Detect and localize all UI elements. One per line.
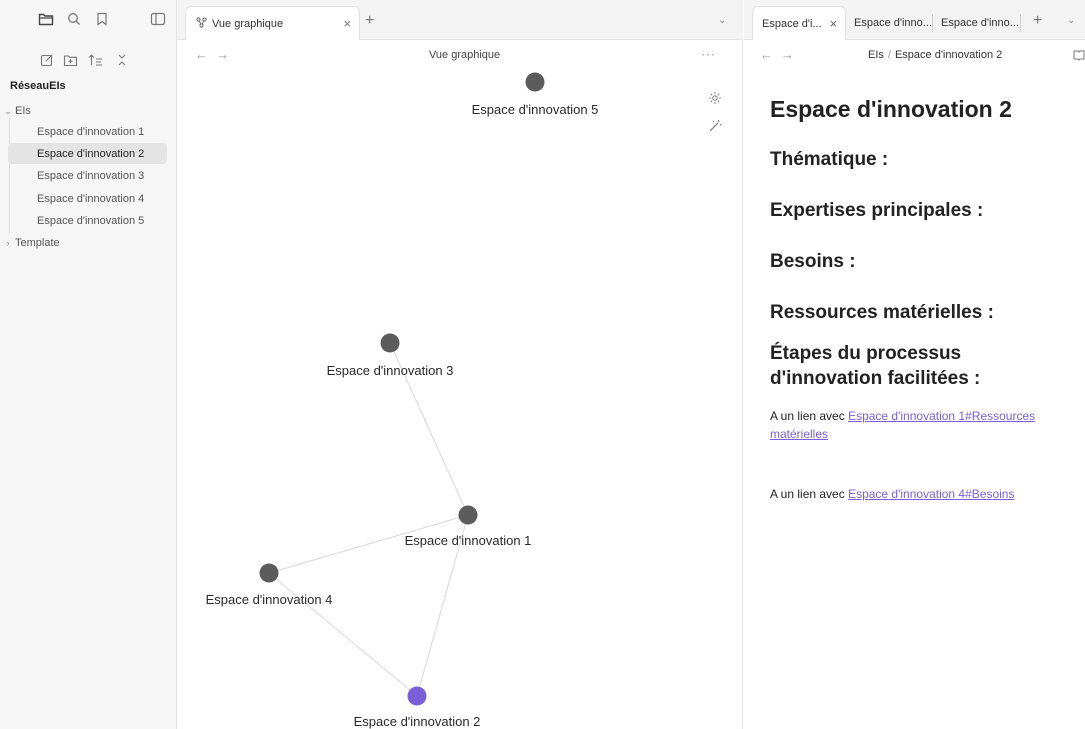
new-note-icon[interactable] [39, 52, 55, 68]
file-espace-innovation-4[interactable]: Espace d'innovation 4 [8, 188, 167, 209]
heading-thematique: Thématique : [770, 149, 889, 170]
file-espace-innovation-1[interactable]: Espace d'innovation 1 [8, 121, 167, 142]
tab-label: Vue graphique [212, 17, 284, 30]
graph-node-label: Espace d'innovation 2 [354, 714, 481, 729]
file-espace-innovation-5[interactable]: Espace d'innovation 5 [8, 210, 167, 231]
graph-node-espace-d-innovation-1[interactable] [458, 505, 478, 525]
graph-node-label: Espace d'innovation 5 [472, 102, 599, 117]
note-pane: Espace d'i... × Espace d'inno... Espace … [744, 0, 1085, 729]
breadcrumb: EIs / Espace d'innovation 2 [868, 49, 1002, 61]
search-icon[interactable] [66, 11, 82, 27]
breadcrumb-folder[interactable]: EIs [868, 49, 884, 61]
book-icon[interactable] [1073, 48, 1085, 66]
sort-icon[interactable] [87, 52, 103, 68]
graph-node-espace-d-innovation-2[interactable] [407, 686, 427, 706]
breadcrumb-separator: / [887, 49, 891, 61]
file-explorer-actions [0, 50, 177, 70]
paragraph-text: A un lien avec [770, 409, 849, 423]
folder-label: Template [15, 237, 60, 249]
vault-name[interactable]: RéseauEIs [10, 80, 66, 92]
graph-canvas[interactable]: Espace d'innovation 5 Espace d'innovation… [177, 70, 743, 729]
file-explorer-sidebar: RéseauEIs ⌄ EIs Espace d'innovation 1 Es… [0, 0, 177, 729]
sidebar-ribbon [0, 0, 177, 38]
heading-besoins: Besoins : [770, 251, 856, 272]
folder-icon[interactable] [38, 11, 54, 27]
new-folder-icon[interactable] [62, 52, 78, 68]
tab-espace-innovation[interactable]: Espace d'inno... [845, 6, 932, 40]
close-icon[interactable]: × [830, 16, 838, 31]
breadcrumb-note[interactable]: Espace d'innovation 2 [895, 49, 1002, 61]
view-title: Vue graphique [429, 49, 501, 61]
tab-divider [1020, 14, 1021, 32]
graph-view-pane: Vue graphique × + ⌄ ← → Vue graphique ··… [177, 0, 743, 729]
graph-node-espace-d-innovation-5[interactable] [525, 72, 545, 92]
forward-button[interactable]: → [781, 47, 794, 62]
heading-ressources: Ressources matérielles : [770, 302, 994, 323]
tab-espace-innovation-2[interactable]: Espace d'i... × [752, 6, 846, 40]
graph-node-espace-d-innovation-4[interactable] [259, 563, 279, 583]
new-tab-button[interactable]: + [365, 12, 374, 30]
forward-button[interactable]: → [216, 47, 229, 62]
note-content: Espace d'innovation 2 Thématique : Exper… [770, 96, 1085, 503]
graph-node-label: Espace d'innovation 4 [206, 592, 333, 607]
internal-link-besoins[interactable]: Espace d'innovation 4#Besoins [848, 487, 1014, 501]
chevron-right-icon: › [6, 238, 10, 248]
link-paragraph: A un lien avec Espace d'innovation 1#Res… [770, 407, 1070, 443]
tab-graph-view[interactable]: Vue graphique × [185, 6, 360, 40]
folder-template[interactable]: › Template [0, 233, 177, 253]
folder-eis[interactable]: ⌄ EIs [0, 101, 177, 121]
graph-edges [268, 342, 469, 697]
file-espace-innovation-3[interactable]: Espace d'innovation 3 [8, 165, 167, 186]
bookmark-icon[interactable] [94, 11, 110, 27]
graph-nodes: Espace d'innovation 5 Espace d'innovation… [206, 72, 599, 729]
chevron-down-icon: ⌄ [4, 105, 12, 116]
back-button[interactable]: ← [195, 47, 208, 62]
sidebar-toggle-icon[interactable] [150, 11, 166, 27]
close-icon[interactable]: × [343, 16, 351, 31]
heading-etapes: Étapes du processus d'innovation facilit… [770, 343, 981, 389]
tab-bar: Espace d'i... × Espace d'inno... Espace … [744, 0, 1085, 40]
folder-label: EIs [15, 105, 31, 117]
paragraph-text: A un lien avec [770, 487, 849, 501]
chevron-down-icon[interactable]: ⌄ [718, 15, 726, 26]
view-header: ← → Vue graphique ··· [177, 40, 743, 70]
back-button[interactable]: ← [760, 47, 773, 62]
more-options-button[interactable]: ··· [701, 47, 716, 61]
file-espace-innovation-2[interactable]: Espace d'innovation 2 [8, 143, 167, 164]
tab-label: Espace d'i... [762, 17, 822, 30]
note-title: Espace d'innovation 2 [770, 96, 1012, 122]
heading-expertises: Expertises principales : [770, 200, 984, 221]
graph-node-label: Espace d'innovation 1 [405, 533, 532, 548]
link-paragraph: A un lien avec Espace d'innovation 4#Bes… [770, 485, 1085, 503]
tab-espace-innovation[interactable]: Espace d'inno... [932, 6, 1019, 40]
graph-node-label: Espace d'innovation 3 [327, 363, 454, 378]
graph-icon [196, 16, 207, 31]
collapse-icon[interactable] [114, 52, 130, 68]
chevron-down-icon[interactable]: ⌄ [1067, 15, 1075, 26]
graph-node-espace-d-innovation-3[interactable] [380, 333, 400, 353]
new-tab-button[interactable]: + [1033, 12, 1042, 30]
tab-bar: Vue graphique × + ⌄ [177, 0, 743, 40]
